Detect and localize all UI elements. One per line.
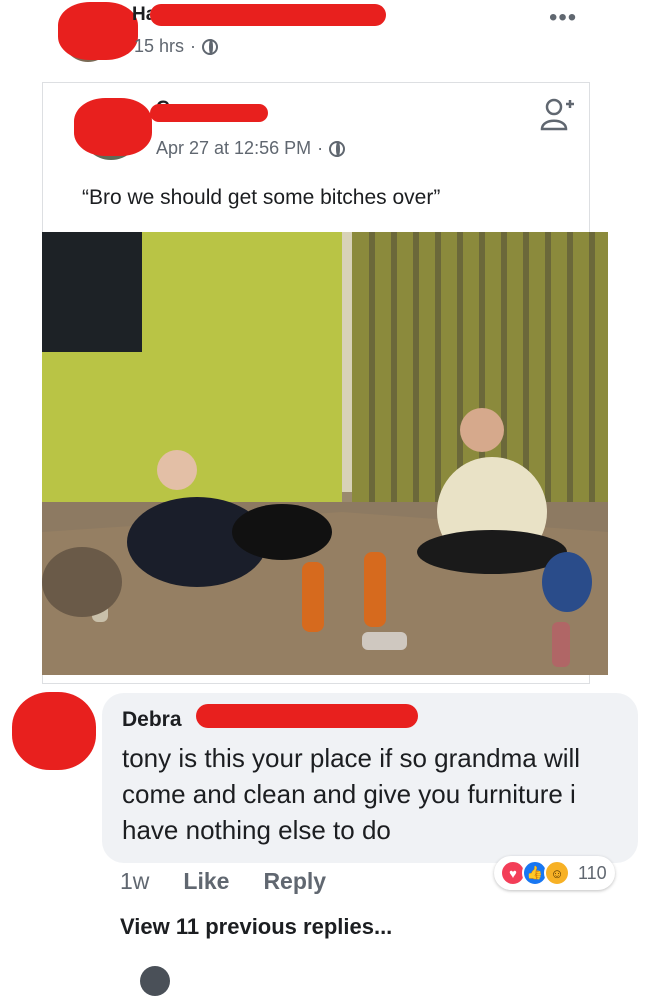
meta-separator: ·: [190, 36, 197, 56]
reaction-count: 110: [578, 862, 607, 883]
redaction-mark: [150, 4, 386, 26]
post-timestamp[interactable]: 15 hrs: [134, 36, 184, 57]
comment-timestamp[interactable]: 1w: [120, 868, 149, 895]
shared-post-text: “Bro we should get some bitches over”: [82, 186, 441, 209]
redaction-mark: [196, 704, 418, 728]
comment-text: tony is this your place if so grandma wi…: [122, 743, 581, 845]
reply-avatar: [140, 966, 170, 996]
more-icon[interactable]: •••: [549, 4, 577, 32]
like-button[interactable]: Like: [183, 868, 229, 895]
comment-avatar-redaction: [12, 692, 96, 770]
view-previous-replies-link[interactable]: View 11 previous replies...: [120, 914, 392, 940]
shared-post-date[interactable]: Apr 27 at 12:56 PM: [156, 138, 311, 159]
globe-icon: [202, 38, 219, 55]
haha-reaction-icon: ☺: [544, 860, 570, 886]
redaction-mark: [74, 98, 152, 156]
reply-button[interactable]: Reply: [263, 868, 326, 895]
post-meta: 15 hrs ·: [134, 36, 219, 57]
shared-post-meta: Apr 27 at 12:56 PM ·: [156, 138, 346, 159]
redaction-mark: [150, 104, 268, 122]
redaction-mark: [58, 2, 138, 60]
reactions-summary[interactable]: ♥ 👍 ☺ 110: [494, 856, 615, 890]
globe-icon: [329, 140, 346, 157]
meta-separator: ·: [317, 138, 324, 158]
post-photo[interactable]: [42, 232, 608, 675]
add-friend-icon[interactable]: [540, 96, 574, 132]
comment-actions: 1w Like Reply: [120, 868, 326, 895]
comment-author-name[interactable]: Debra: [122, 708, 182, 732]
